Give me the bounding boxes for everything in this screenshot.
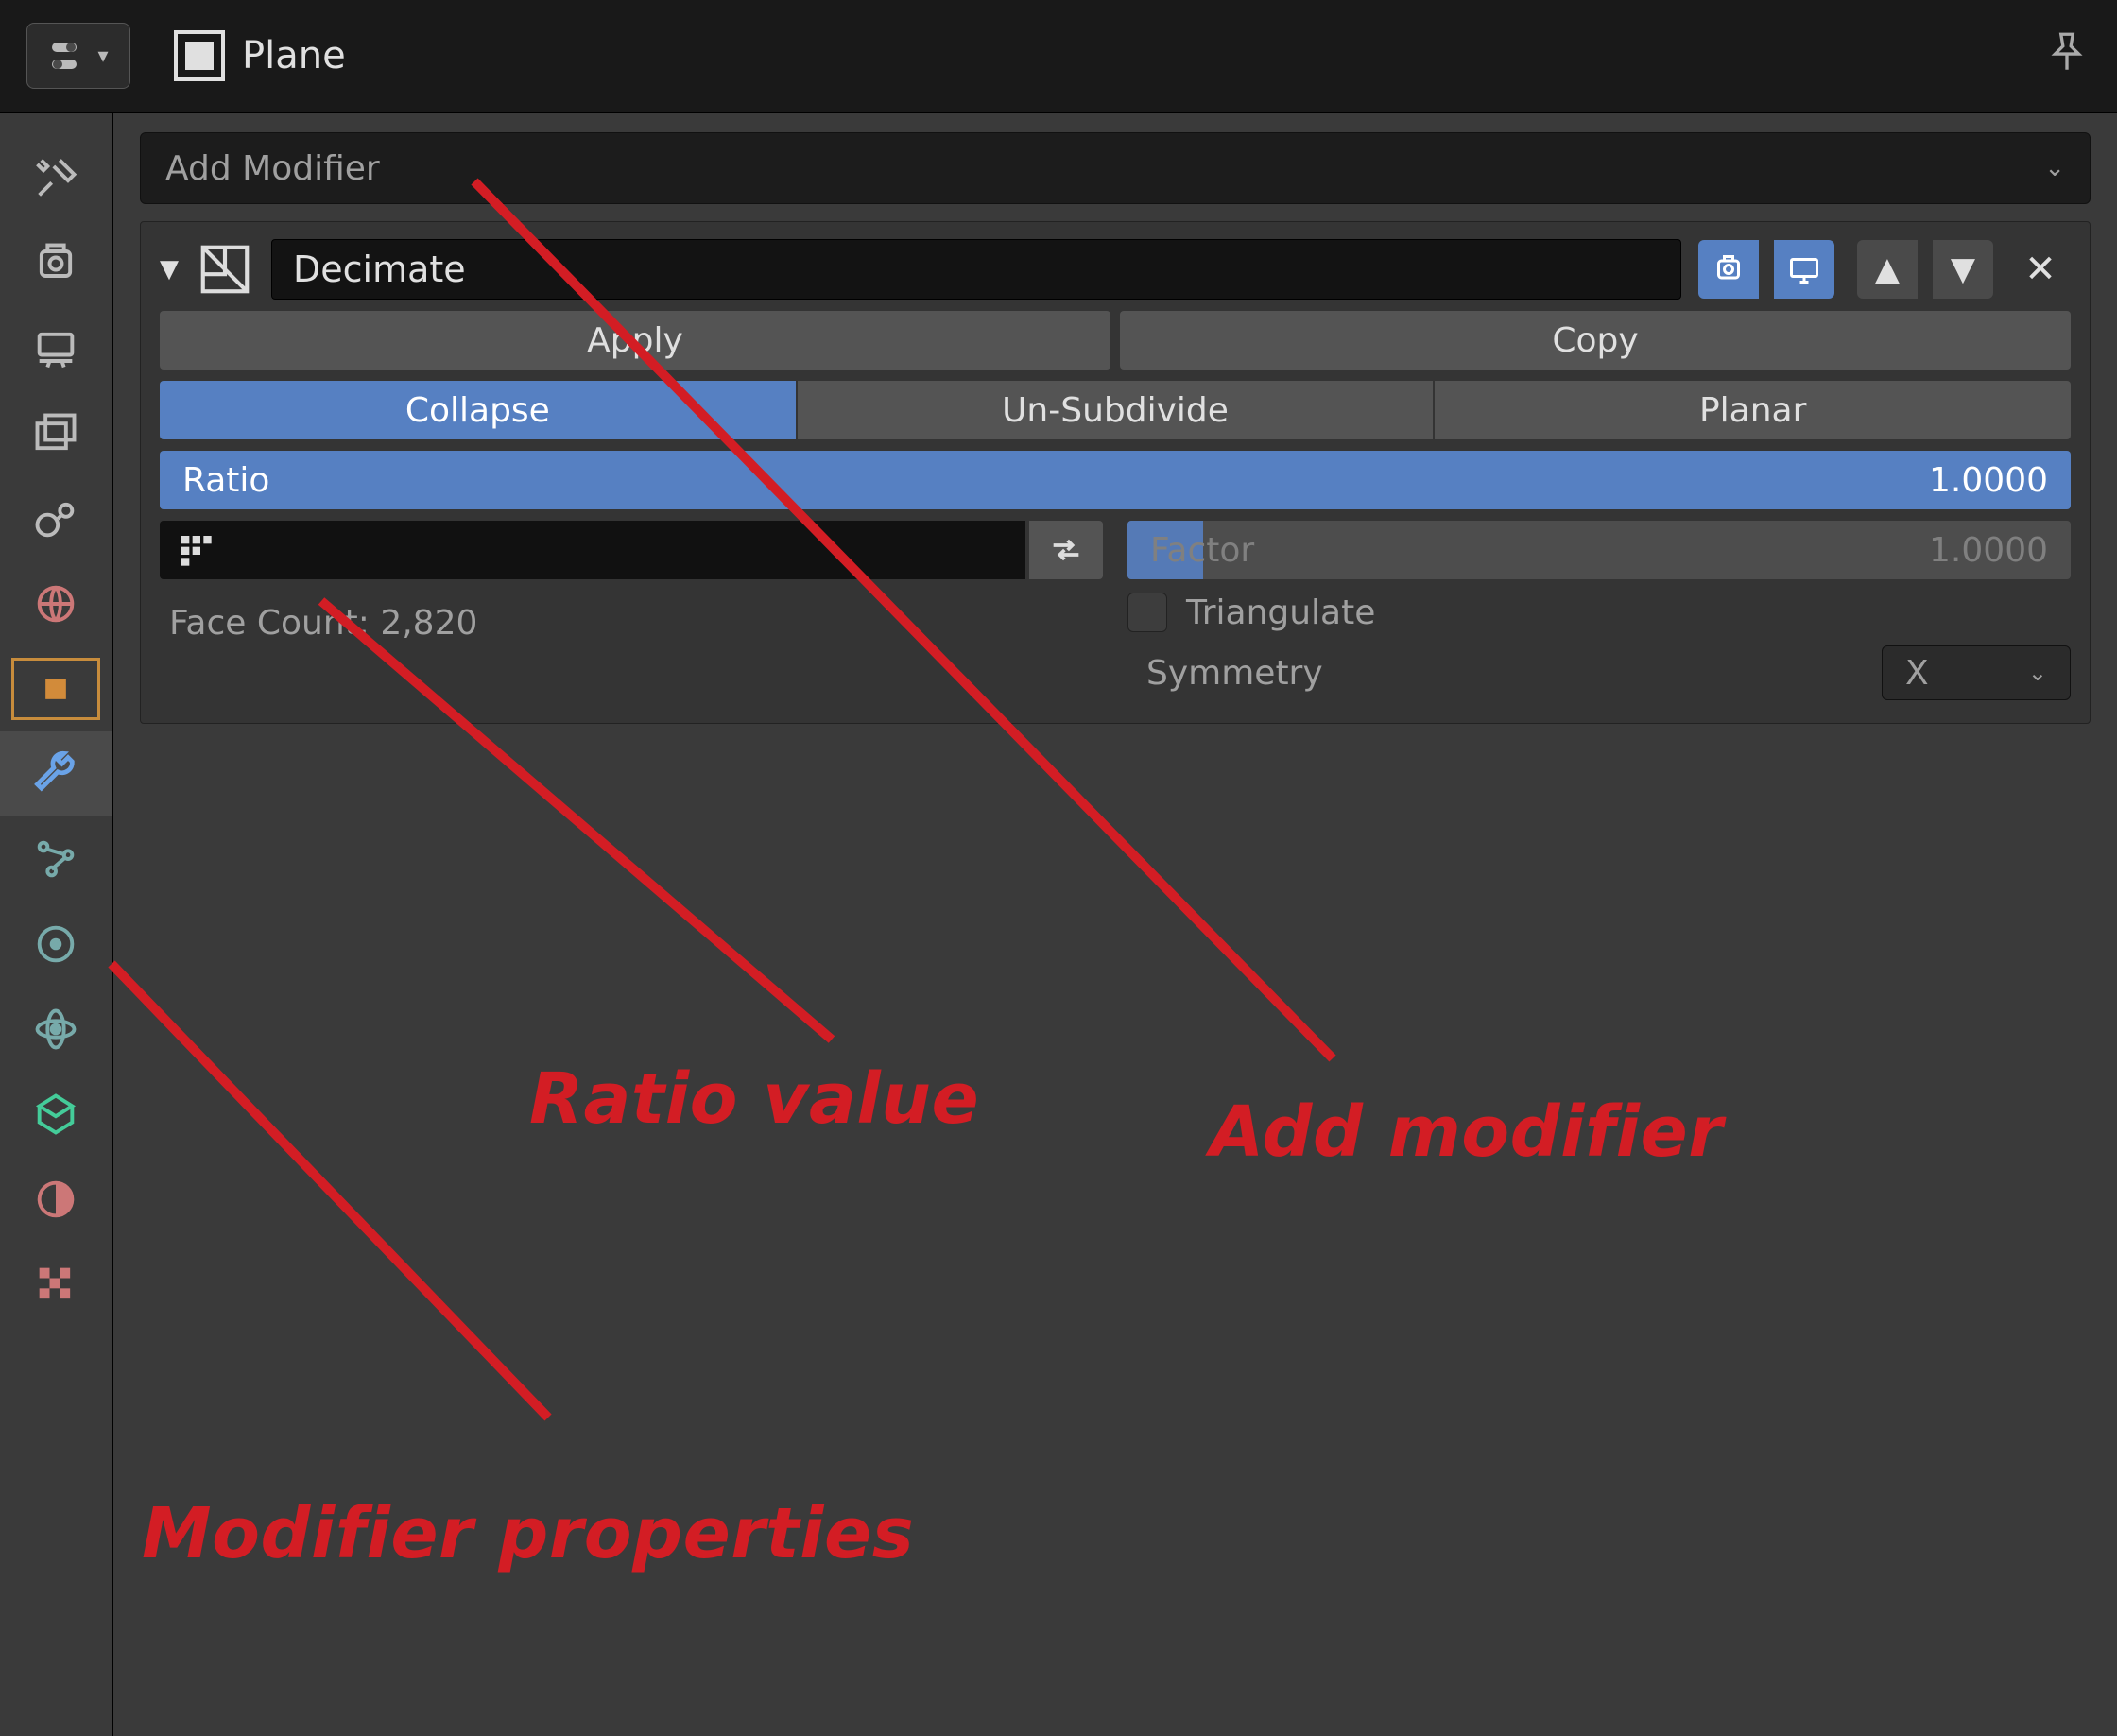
add-modifier-dropdown[interactable]: Add Modifier ⌄ (140, 132, 2091, 204)
tab-scene[interactable] (0, 476, 112, 561)
triangulate-checkbox[interactable] (1127, 593, 1167, 632)
symmetry-label: Symmetry (1146, 654, 1323, 693)
display-viewport-toggle[interactable] (1774, 240, 1834, 299)
factor-value: 1.0000 (1929, 531, 2048, 570)
decimate-icon (196, 240, 254, 299)
mode-collapse-label: Collapse (405, 391, 550, 430)
move-up-button[interactable]: ▲ (1857, 240, 1918, 299)
symmetry-axis-value: X (1905, 654, 1929, 693)
tab-object[interactable] (0, 646, 112, 731)
mode-collapse[interactable]: Collapse (160, 381, 796, 439)
tab-output[interactable] (0, 306, 112, 391)
copy-label: Copy (1552, 321, 1638, 360)
face-count-label: Face Count: 2,820 (160, 604, 1103, 643)
chevron-down-icon: ⌄ (2044, 154, 2065, 182)
mode-planar-label: Planar (1699, 391, 1806, 430)
tab-render[interactable] (0, 221, 112, 306)
apply-label: Apply (587, 321, 683, 360)
modifier-name-field[interactable]: Decimate (271, 239, 1681, 300)
ratio-slider[interactable]: Ratio 1.0000 (160, 451, 2071, 509)
mode-unsubdivide[interactable]: Un-Subdivide (798, 381, 1434, 439)
annotation-ratio: Ratio value (529, 1058, 979, 1140)
object-mesh-icon (174, 30, 225, 81)
copy-button[interactable]: Copy (1120, 311, 2071, 370)
object-name: Plane (242, 34, 346, 77)
vertex-group-invert-button[interactable] (1029, 521, 1103, 579)
triangulate-row: Triangulate (1127, 593, 2071, 632)
modifier-name-text: Decimate (293, 249, 466, 290)
triangulate-label: Triangulate (1186, 593, 1375, 632)
factor-label: Factor (1150, 531, 1254, 570)
annotation-modifier-properties: Modifier properties (142, 1493, 914, 1574)
add-modifier-label: Add Modifier (165, 149, 380, 188)
tab-world[interactable] (0, 561, 112, 646)
tab-tool[interactable] (0, 136, 112, 221)
editor-type-selector[interactable]: ▾ (26, 23, 130, 89)
tab-physics[interactable] (0, 902, 112, 987)
properties-tabs (0, 113, 113, 1736)
chevron-down-icon: ▾ (97, 44, 108, 68)
mode-unsubdivide-label: Un-Subdivide (1002, 391, 1229, 430)
move-down-button[interactable]: ▼ (1933, 240, 1993, 299)
tab-texture[interactable] (0, 1242, 112, 1327)
ratio-label: Ratio (182, 461, 269, 500)
factor-slider[interactable]: Factor 1.0000 (1127, 521, 2071, 579)
pin-icon[interactable] (2043, 28, 2091, 84)
display-render-toggle[interactable] (1698, 240, 1759, 299)
mode-planar[interactable]: Planar (1435, 381, 2071, 439)
annotation-add-modifier: Add modifier (1210, 1091, 1723, 1173)
modifier-panel-decimate: ▼ Decimate ▲ ▼ ✕ (140, 221, 2091, 724)
tab-material[interactable] (0, 1157, 112, 1242)
apply-button[interactable]: Apply (160, 311, 1110, 370)
remove-modifier-button[interactable]: ✕ (2010, 240, 2071, 299)
tab-modifiers[interactable] (0, 731, 112, 816)
vertex-group-field[interactable] (160, 521, 1025, 579)
collapse-caret-icon[interactable]: ▼ (160, 255, 179, 284)
chevron-down-icon: ⌄ (2028, 660, 2047, 686)
tab-data[interactable] (0, 1072, 112, 1157)
tab-particles[interactable] (0, 816, 112, 902)
symmetry-axis-select[interactable]: X ⌄ (1882, 645, 2071, 700)
object-breadcrumb[interactable]: Plane (174, 30, 346, 81)
properties-header: ▾ Plane (0, 0, 2117, 113)
ratio-value: 1.0000 (1929, 461, 2048, 500)
tab-constraints[interactable] (0, 987, 112, 1072)
tab-view-layer[interactable] (0, 391, 112, 476)
